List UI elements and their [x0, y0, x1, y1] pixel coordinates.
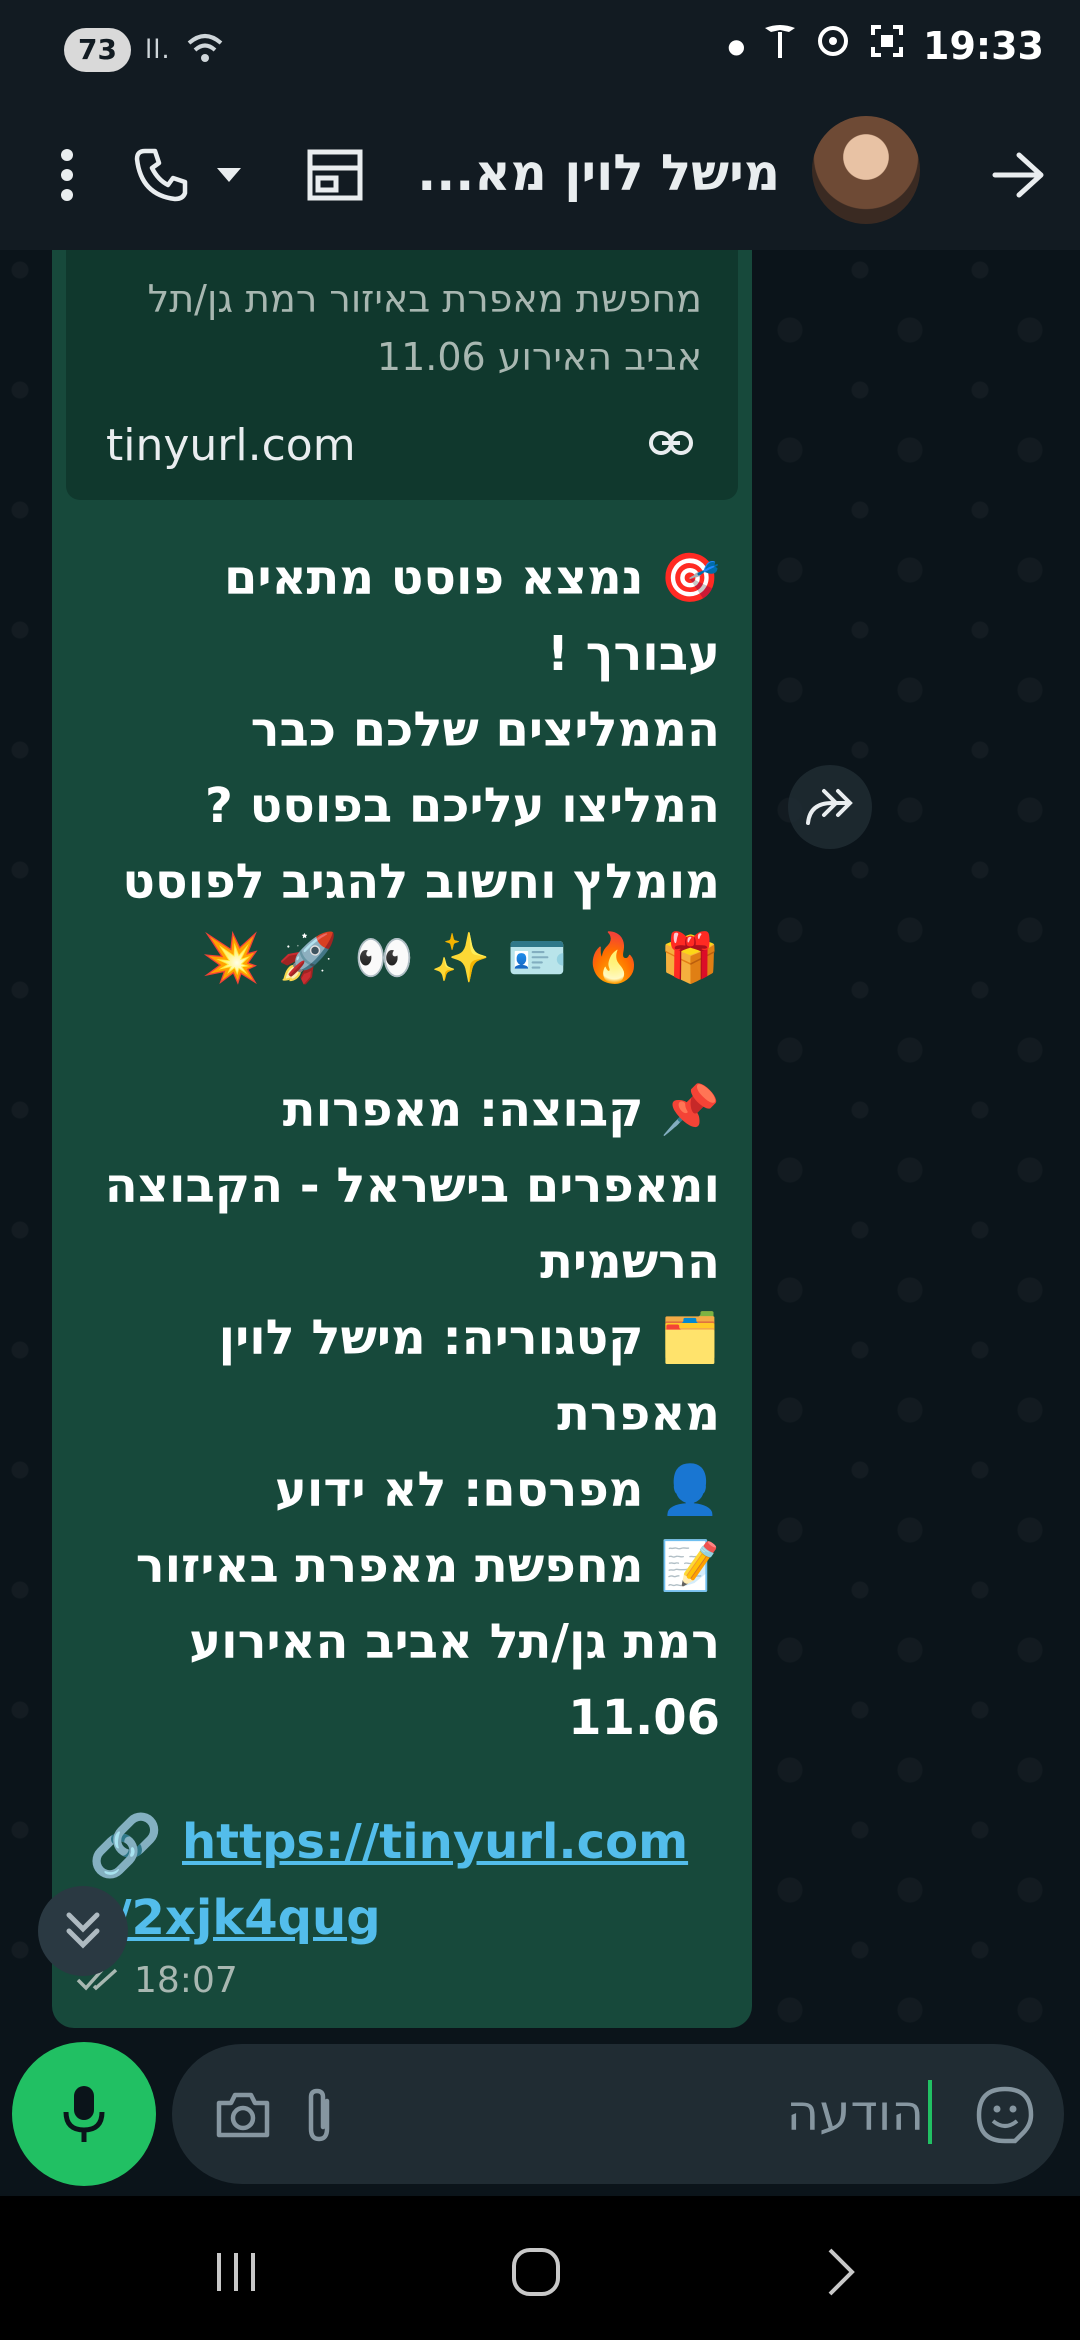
- message-input[interactable]: הודעה: [172, 2044, 1064, 2184]
- camera-icon[interactable]: [208, 2080, 278, 2150]
- scroll-down-button[interactable]: [38, 1886, 128, 1976]
- more-vert-icon[interactable]: [32, 140, 102, 210]
- mic-button[interactable]: [12, 2042, 156, 2186]
- notification-dot-icon: ●: [727, 33, 746, 58]
- forward-button[interactable]: [788, 765, 872, 849]
- battery-level: 73: [64, 28, 131, 72]
- home-icon[interactable]: [496, 2232, 576, 2312]
- wifi-icon: [185, 31, 225, 69]
- arrow-right-icon[interactable]: [984, 140, 1054, 210]
- link-preview-domain: tinyurl.com: [106, 420, 356, 471]
- chain-link-icon: 🔗: [88, 1811, 163, 1881]
- status-bar: 73 ll. ● 19:33: [0, 0, 1080, 100]
- link-preview[interactable]: מחפשת מאפרת באיזור רמת גן/תל אביב האירוע…: [66, 250, 738, 500]
- store-icon[interactable]: [300, 140, 370, 210]
- screenshot-icon: [869, 23, 905, 68]
- status-left: 73 ll.: [64, 28, 225, 72]
- tesla-icon: [763, 22, 797, 69]
- message-time: 18:07: [134, 1960, 238, 2001]
- back-icon[interactable]: [800, 2232, 880, 2312]
- attach-icon[interactable]: [284, 2080, 354, 2150]
- system-nav-bar: [0, 2196, 1080, 2340]
- clock: 19:33: [923, 23, 1044, 68]
- link-icon: [648, 430, 694, 460]
- message-link-continued[interactable]: /2xjk4qug: [114, 1880, 381, 1956]
- phone-icon[interactable]: [126, 140, 196, 210]
- chat-header: מישל לוין מא...: [0, 100, 1080, 250]
- message-placeholder: הודעה: [786, 2084, 924, 2142]
- chevron-down-icon[interactable]: [204, 140, 254, 210]
- avatar[interactable]: [812, 116, 920, 224]
- chat-area[interactable]: מחפשת מאפרת באיזור רמת גן/תל אביב האירוע…: [0, 250, 1080, 2040]
- status-right: ● 19:33: [728, 22, 1044, 69]
- app-notification-icon: [815, 23, 851, 68]
- recent-apps-icon[interactable]: [196, 2232, 276, 2312]
- signal-text: ll.: [144, 35, 171, 65]
- text-cursor: [928, 2080, 932, 2144]
- sticker-icon[interactable]: [970, 2080, 1040, 2150]
- message-link[interactable]: https://tinyurl.com: [182, 1804, 688, 1880]
- message-bubble[interactable]: מחפשת מאפרת באיזור רמת גן/תל אביב האירוע…: [52, 250, 752, 2028]
- link-preview-description: מחפשת מאפרת באיזור רמת גן/תל אביב האירוע…: [147, 277, 702, 379]
- contact-name[interactable]: מישל לוין מא...: [417, 144, 780, 202]
- message-text: 🎯 נמצא פוסט מתאים עבורך ! הממליצים שלכם …: [104, 550, 720, 1746]
